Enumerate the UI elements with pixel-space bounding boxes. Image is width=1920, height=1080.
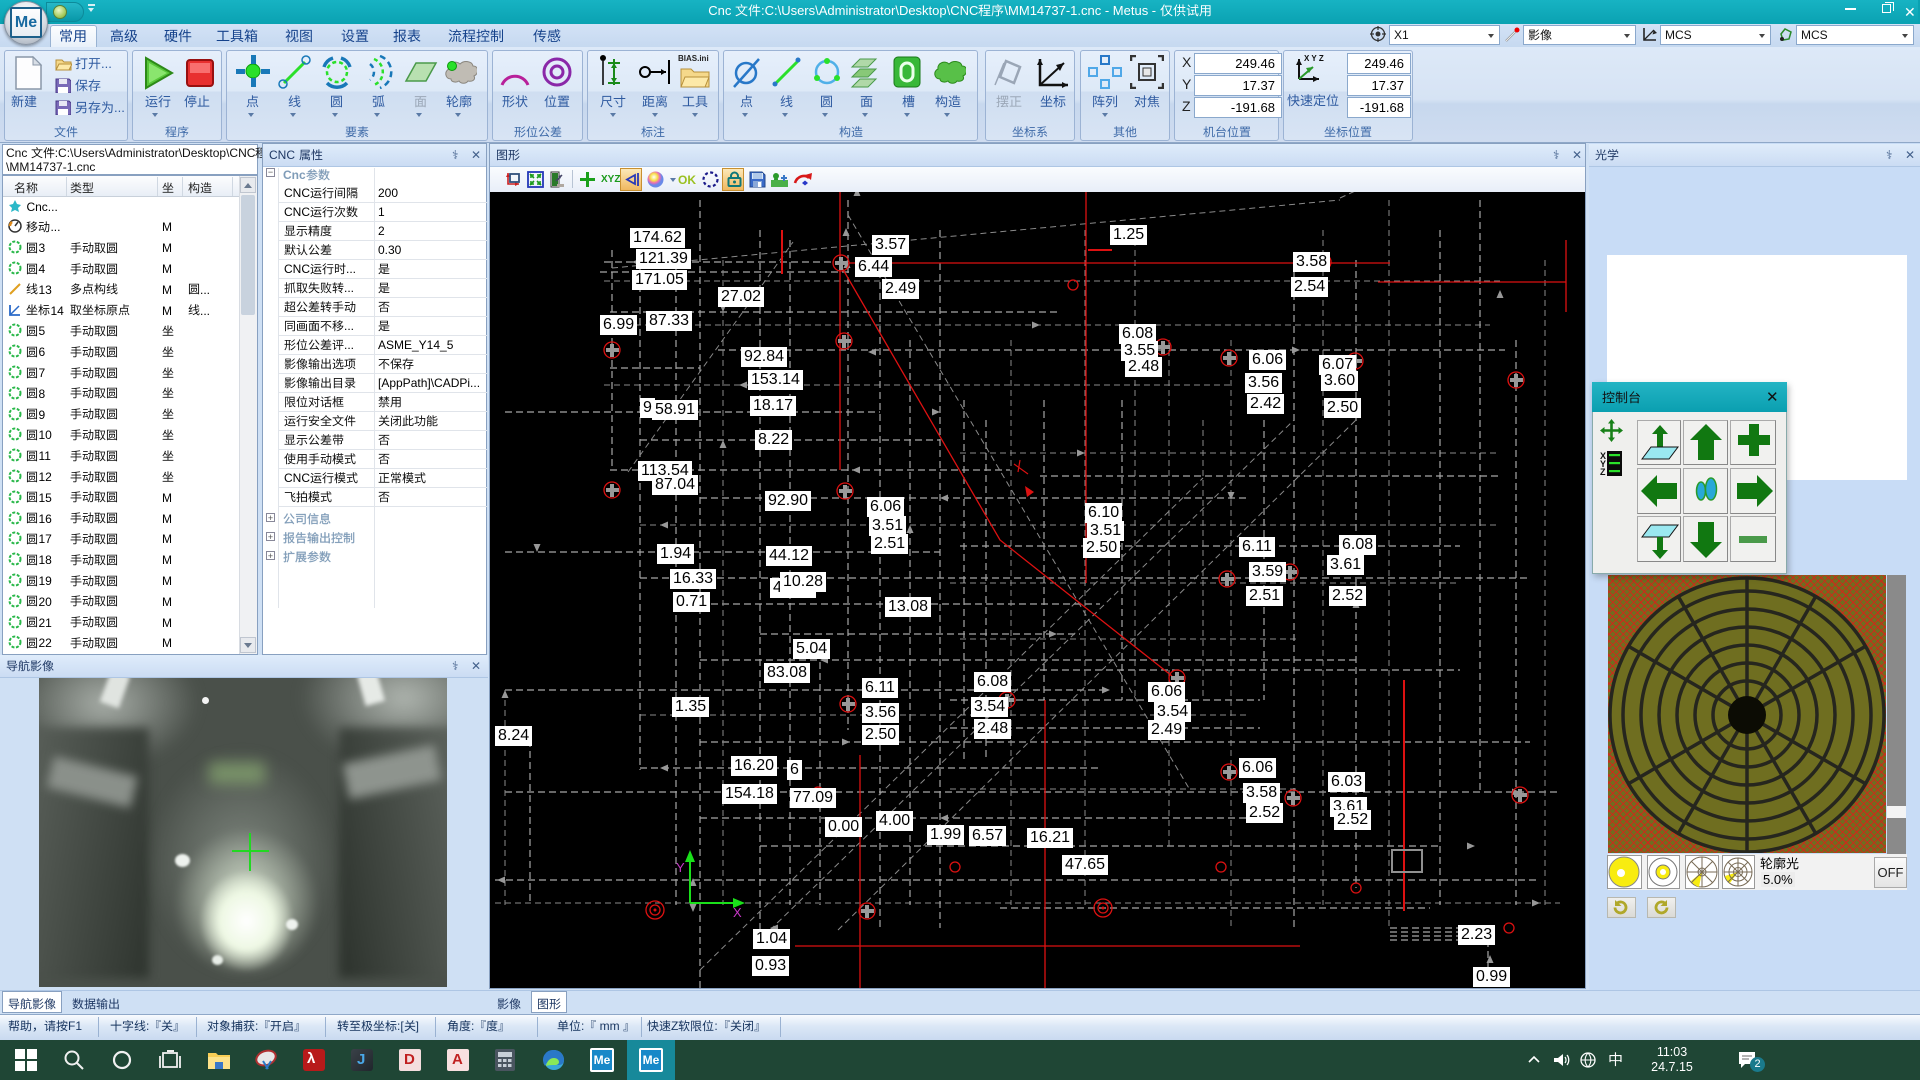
- svg-text:X: X: [733, 905, 742, 920]
- svg-text:Y: Y: [676, 860, 685, 875]
- svg-text:X Y Z: X Y Z: [1304, 54, 1324, 63]
